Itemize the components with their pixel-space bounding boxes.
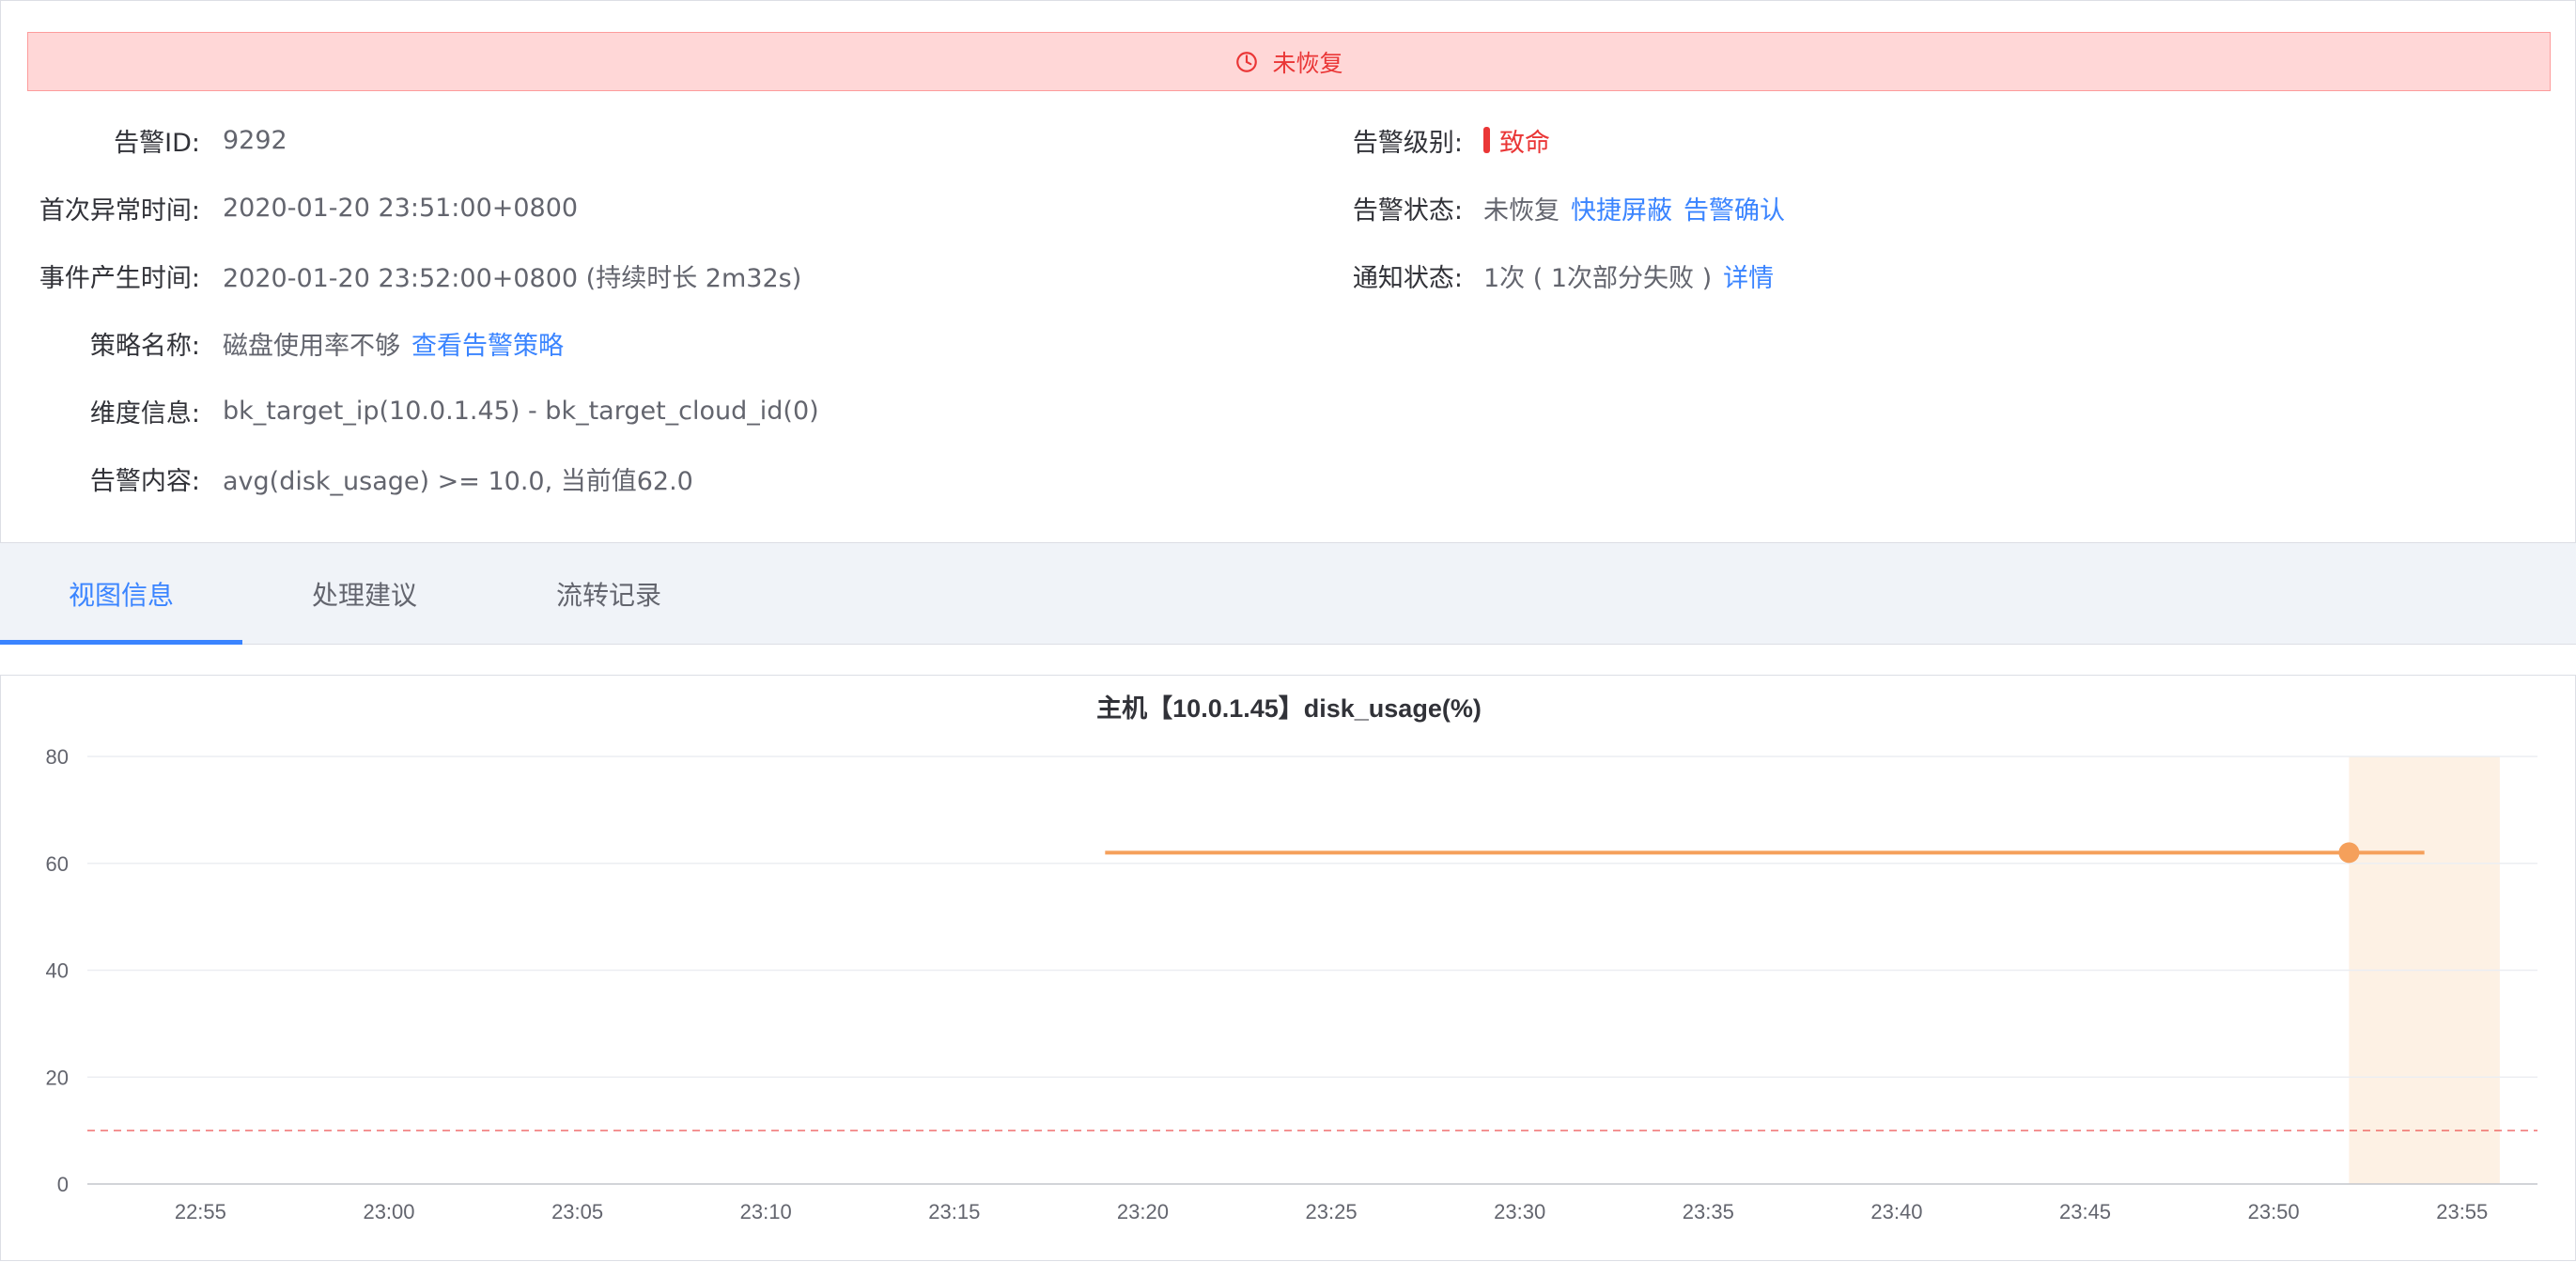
- view-strategy-link[interactable]: 查看告警策略: [411, 325, 564, 362]
- x-tick-label: 23:50: [2248, 1200, 2300, 1223]
- notify-detail-link[interactable]: 详情: [1723, 257, 1774, 294]
- notify-status-row: 通知状态: 1次 ( 1次部分失败 ) 详情: [1, 257, 1774, 294]
- content-value: avg(disk_usage) >= 10.0, 当前值62.0: [223, 466, 693, 496]
- x-tick-label: 23:35: [1683, 1200, 1734, 1223]
- disk-usage-chart: 0 20 40 60 80 22:55 23:00 23:05 23:10 23:15 23:20 2…: [46, 694, 2537, 1223]
- alert-detail-panel: 未恢复 告警ID: 9292 首次异常时间: 2020-01-20 23:51:…: [0, 0, 2576, 543]
- x-tick-label: 23:45: [2059, 1200, 2111, 1223]
- alert-status-label: 告警状态:: [1352, 195, 1463, 226]
- quick-shield-link[interactable]: 快捷屏蔽: [1571, 190, 1672, 226]
- x-tick-label: 22:55: [175, 1200, 226, 1223]
- y-tick-label: 40: [46, 959, 69, 983]
- tab-flow-record[interactable]: 流转记录: [487, 543, 731, 645]
- y-tick-label: 0: [57, 1173, 69, 1196]
- x-tick-label: 23:15: [928, 1200, 980, 1223]
- dimension-label: 维度信息:: [89, 398, 200, 428]
- severity-bar: [1483, 127, 1490, 153]
- x-tick-label: 23:55: [2436, 1200, 2488, 1223]
- chart-panel: 0 20 40 60 80 22:55 23:00 23:05 23:10 23:15 23:20 2…: [0, 675, 2576, 1261]
- content-row: 告警内容: avg(disk_usage) >= 10.0, 当前值62.0: [1, 460, 693, 497]
- alert-status-row: 告警状态: 未恢复 快捷屏蔽 告警确认: [1, 189, 1785, 226]
- x-tick-label: 23:40: [1870, 1200, 1922, 1223]
- alert-status-value: 未恢复: [1483, 195, 1560, 226]
- tab-suggestion[interactable]: 处理建议: [242, 543, 487, 645]
- tab-bar: 视图信息 处理建议 流转记录: [0, 543, 2576, 645]
- status-banner-text: 未恢复: [1272, 49, 1343, 77]
- strategy-label: 策略名称:: [89, 331, 200, 361]
- dimension-row: 维度信息: bk_target_ip(10.0.1.45) - bk_targe…: [1, 392, 819, 429]
- clock-icon: [1236, 51, 1258, 72]
- level-value: 致命: [1499, 128, 1550, 158]
- severity-badge: 致命: [1483, 122, 1550, 159]
- level-label: 告警级别:: [1352, 128, 1463, 158]
- x-tick-label: 23:10: [740, 1200, 792, 1223]
- level-row: 告警级别: 致命: [1, 121, 1550, 159]
- notify-status-label: 通知状态:: [1352, 263, 1463, 293]
- tab-view-info[interactable]: 视图信息: [0, 543, 242, 645]
- strategy-row: 策略名称: 磁盘使用率不够 查看告警策略: [1, 324, 564, 362]
- y-tick-label: 20: [46, 1066, 69, 1089]
- y-tick-label: 80: [46, 745, 69, 769]
- status-banner: 未恢复: [27, 32, 2551, 91]
- alert-confirm-link[interactable]: 告警确认: [1684, 190, 1785, 226]
- x-tick-label: 23:30: [1494, 1200, 1545, 1223]
- chart-title: 主机【10.0.1.45】disk_usage(%): [1096, 694, 1482, 723]
- x-tick-label: 23:25: [1306, 1200, 1358, 1223]
- x-tick-label: 23:00: [363, 1200, 414, 1223]
- x-tick-label: 23:05: [551, 1200, 603, 1223]
- alert-point-marker: [2338, 842, 2360, 864]
- strategy-value: 磁盘使用率不够: [223, 331, 400, 361]
- notify-status-value: 1次 ( 1次部分失败 ): [1483, 263, 1713, 293]
- x-tick-label: 23:20: [1117, 1200, 1169, 1223]
- dimension-value: bk_target_ip(10.0.1.45) - bk_target_clou…: [223, 396, 819, 426]
- content-label: 告警内容:: [89, 466, 200, 496]
- y-tick-label: 60: [46, 852, 69, 876]
